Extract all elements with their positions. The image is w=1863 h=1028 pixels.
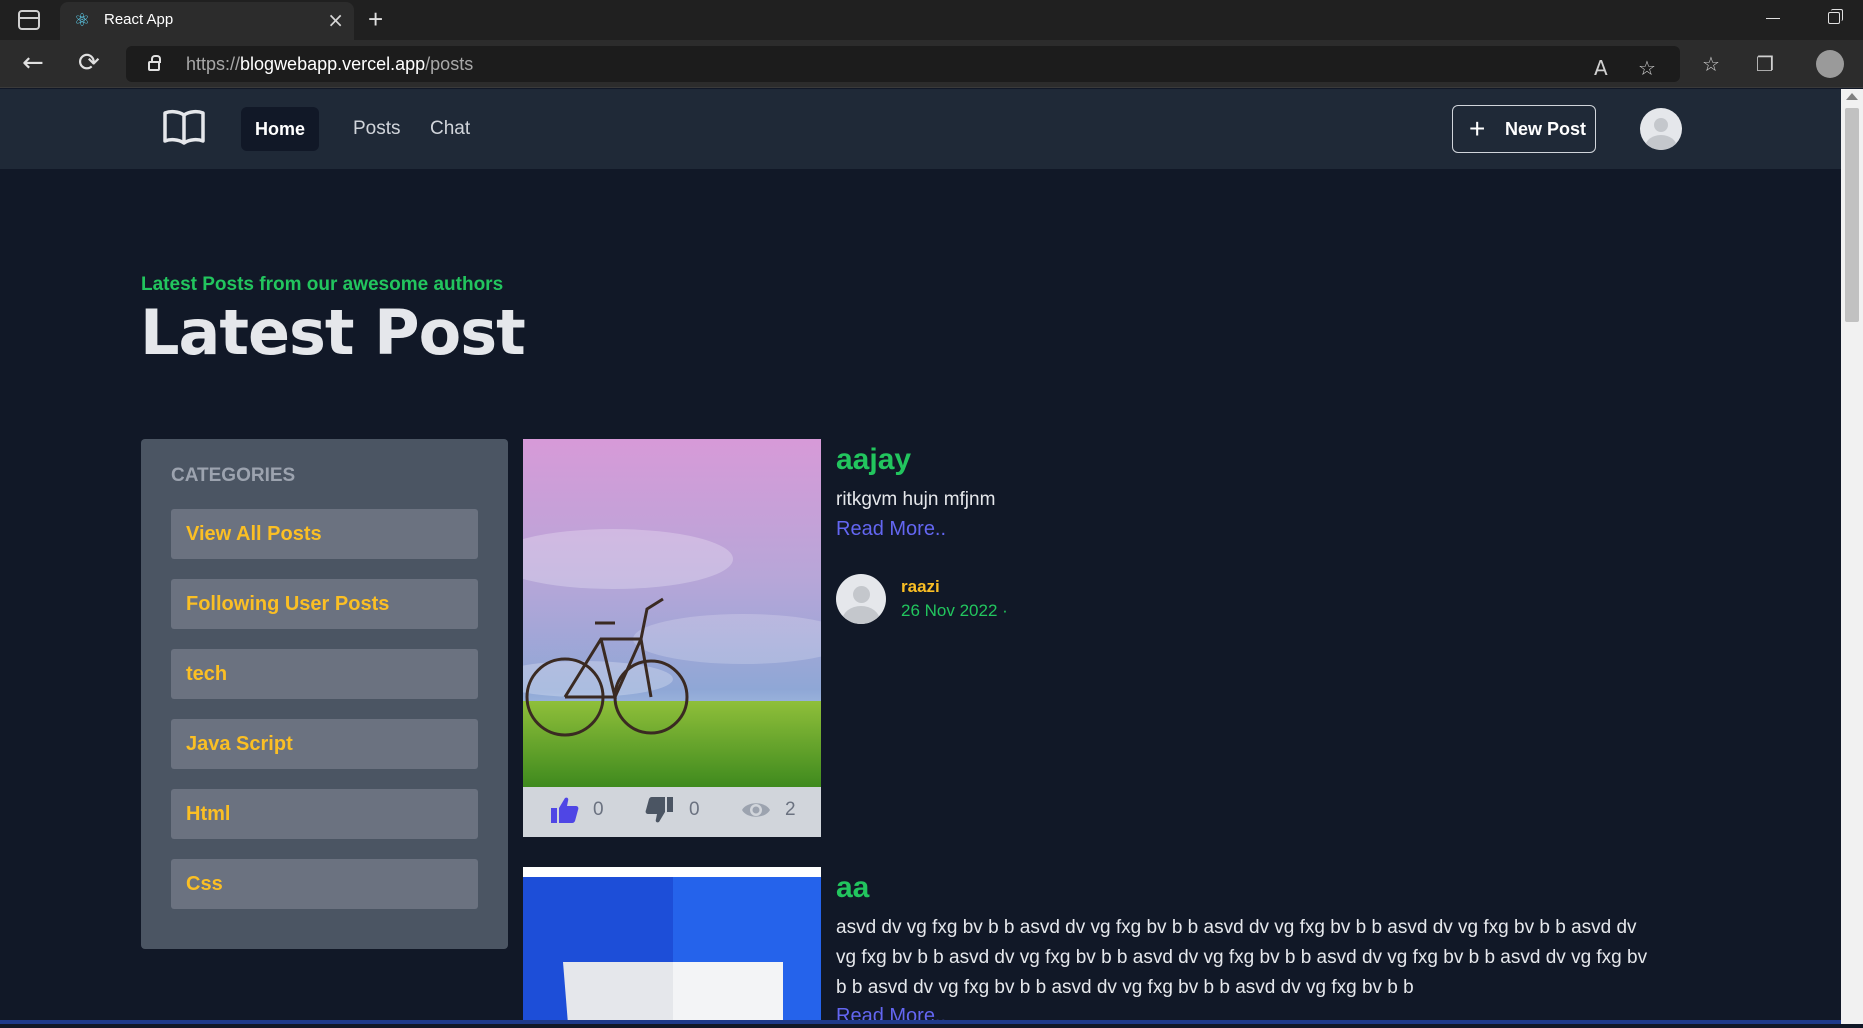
post-excerpt-line: vg fxg bv b b asvd dv vg fxg bv b b asvd… <box>836 947 1648 968</box>
close-tab-icon[interactable]: × <box>327 8 344 32</box>
post-excerpt-line: asvd dv vg fxg bv b b asvd dv vg fxg bv … <box>836 917 1637 938</box>
views-count: 2 <box>785 799 796 820</box>
tab-title: React App <box>104 11 174 28</box>
category-following-user-posts[interactable]: Following User Posts <box>171 579 478 629</box>
thumbs-up-icon[interactable] <box>549 795 579 825</box>
author-avatar[interactable] <box>836 574 886 624</box>
book-open-icon[interactable] <box>162 109 206 145</box>
post-image[interactable] <box>523 439 821 787</box>
add-favorite-icon[interactable]: ☆ <box>1638 56 1656 80</box>
author-name[interactable]: raazi <box>901 577 940 597</box>
likes-count: 0 <box>593 799 604 820</box>
categories-panel: CATEGORIES View All Posts Following User… <box>141 439 508 949</box>
page-bottom-edge <box>0 1020 1841 1024</box>
lock-icon <box>148 55 161 71</box>
restore-icon[interactable] <box>1828 9 1843 24</box>
post-title[interactable]: aa <box>836 871 869 905</box>
url-text: https://blogwebapp.vercel.app/posts <box>186 54 474 74</box>
browser-tab-bar: ⚛ React App × + <box>0 0 1863 40</box>
back-arrow-icon[interactable]: ← <box>22 48 44 78</box>
category-view-all-posts[interactable]: View All Posts <box>171 509 478 559</box>
post-excerpt: ritkgvm hujn mfjnm <box>836 489 996 510</box>
read-aloud-icon[interactable]: A <box>1594 56 1608 80</box>
post-image[interactable] <box>523 867 821 1024</box>
category-html[interactable]: Html <box>171 789 478 839</box>
post-date: 26 Nov 2022 · <box>901 601 1008 620</box>
category-css[interactable]: Css <box>171 859 478 909</box>
plus-icon: + <box>1469 113 1486 144</box>
post-excerpt-line: b b asvd dv vg fxg bv b b asvd dv vg fxg… <box>836 977 1414 998</box>
browser-tab[interactable]: ⚛ React App × <box>60 2 354 40</box>
scroll-thumb[interactable] <box>1845 108 1859 322</box>
browser-address-bar: ← ⟳ https://blogwebapp.vercel.app/posts … <box>0 40 1863 88</box>
collections-icon[interactable]: ❐ <box>1756 52 1774 76</box>
new-post-button[interactable]: + New Post <box>1452 105 1596 153</box>
post-title[interactable]: aajay <box>836 443 911 477</box>
eye-icon <box>742 803 770 817</box>
thumbs-down-icon[interactable] <box>645 795 675 825</box>
nav-posts[interactable]: Posts <box>353 118 401 140</box>
read-more-link[interactable]: Read More.. <box>836 518 946 541</box>
nav-chat[interactable]: Chat <box>430 118 470 140</box>
nav-home[interactable]: Home <box>241 107 319 151</box>
reload-icon[interactable]: ⟳ <box>78 48 100 78</box>
profile-icon[interactable] <box>1816 50 1844 78</box>
favorites-icon[interactable]: ☆ <box>1702 52 1720 76</box>
react-icon: ⚛ <box>73 10 91 31</box>
app-header: Home Posts Chat + New Post <box>0 89 1841 169</box>
post-stats-bar: 0 0 2 <box>523 787 821 837</box>
category-tech[interactable]: tech <box>171 649 478 699</box>
categories-heading: CATEGORIES <box>171 465 296 486</box>
url-field[interactable]: https://blogwebapp.vercel.app/posts A ☆ <box>126 46 1680 82</box>
dislikes-count: 0 <box>689 799 700 820</box>
user-avatar[interactable] <box>1640 108 1682 150</box>
minimize-icon[interactable] <box>1766 18 1780 19</box>
scroll-up-icon[interactable] <box>1846 93 1858 100</box>
page-title: Latest Post <box>140 296 526 369</box>
tab-actions-icon[interactable] <box>18 10 40 30</box>
category-java-script[interactable]: Java Script <box>171 719 478 769</box>
new-tab-icon[interactable]: + <box>368 4 383 35</box>
read-more-link[interactable]: Read More.. <box>836 1005 946 1028</box>
hero-eyebrow: Latest Posts from our awesome authors <box>141 274 504 295</box>
